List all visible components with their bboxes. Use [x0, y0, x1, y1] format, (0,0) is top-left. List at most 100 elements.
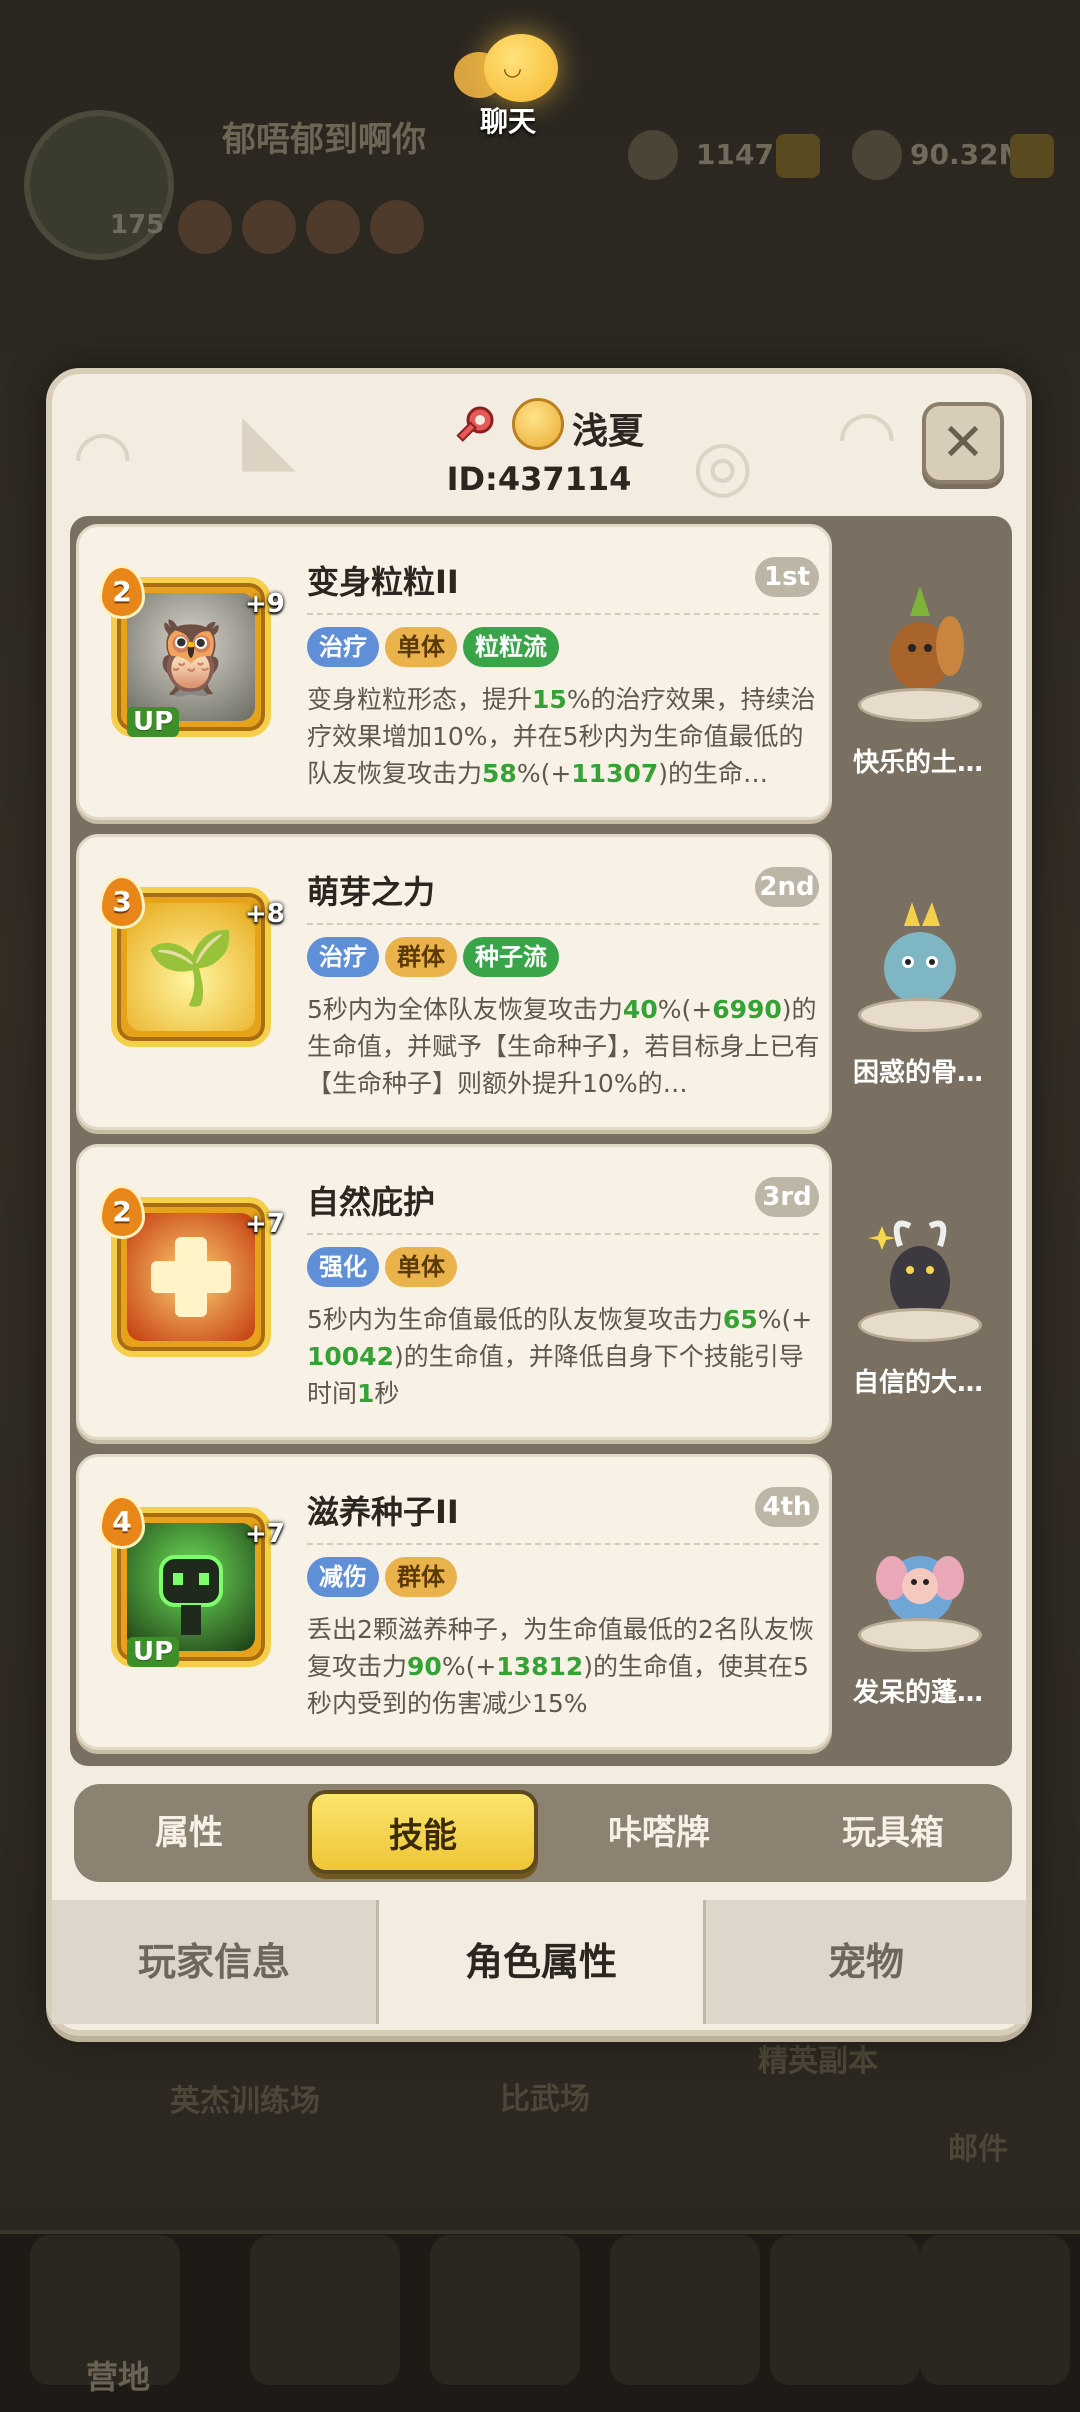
tab-toy-box[interactable]: 玩具箱: [778, 1784, 1008, 1882]
close-icon: ✕: [941, 413, 985, 473]
tab-attributes[interactable]: 属性: [74, 1784, 304, 1882]
background-plus-icon: [776, 134, 820, 178]
background-badge-icon: [242, 200, 296, 254]
desc-value: 90: [407, 1652, 442, 1681]
background-nav-label: 营地: [86, 2358, 151, 2396]
skill-rank: 4th: [755, 1487, 819, 1527]
background-badge-icon: [178, 200, 232, 254]
background-resource-icon: [628, 130, 678, 180]
skill-level: 2: [112, 575, 132, 608]
pet-slot[interactable]: 困惑的骨…: [830, 836, 1006, 1118]
background-badge-icon: [370, 200, 424, 254]
skill-level-badge: 3: [99, 875, 145, 929]
skill-description: 5秒内为生命值最低的队友恢复攻击力65%(+10042)的生命值，并降低自身下个…: [307, 1301, 827, 1412]
heal-cross-skill-icon: [127, 1213, 255, 1341]
background-nav-slot: [770, 2235, 920, 2385]
background-nav-slot: [430, 2235, 580, 2385]
background-level: 175: [110, 210, 165, 240]
skill-tag: 群体: [385, 1557, 457, 1597]
desc-value: 11307: [571, 759, 659, 788]
background-resource-icon: [852, 130, 902, 180]
pet-name: 困惑的骨…: [852, 1058, 983, 1088]
skill-title: 滋养种子II: [307, 1493, 459, 1531]
desc-value: 1: [357, 1379, 375, 1408]
desc-value: 40: [622, 995, 658, 1024]
skill-level-badge: 2: [99, 1185, 145, 1239]
pet-stand: [858, 998, 982, 1032]
pet-name: 自信的大…: [852, 1368, 983, 1398]
skill-title: 萌芽之力: [307, 873, 436, 911]
chat-bubble-icon: [484, 34, 558, 102]
skill-tag: 群体: [385, 937, 457, 977]
tab-character-attributes[interactable]: 角色属性: [379, 1900, 703, 2024]
skill-level-badge: 2: [99, 565, 145, 619]
pet-slot[interactable]: 发呆的蓬…: [830, 1456, 1006, 1738]
skill-tag: 强化: [307, 1247, 379, 1287]
skill-plus-badge: +7: [245, 1519, 285, 1549]
close-button[interactable]: ✕: [922, 402, 1004, 484]
skill-tags: 减伤 群体: [307, 1557, 463, 1597]
tab-skills[interactable]: 技能: [308, 1790, 538, 1874]
skill-card[interactable]: 2 +7 自然庇护 3rd 强化 单体 5秒内为生命值最低的队友恢复攻击力65%(…: [76, 1144, 832, 1440]
skill-card[interactable]: 🦉 2 +9 UP 变身粒粒II 1st 治疗 单体 粒粒流 变身粒粒形态，提升15…: [76, 524, 832, 820]
skill-tag: 减伤: [307, 1557, 379, 1597]
divider: [307, 923, 819, 925]
skill-rank: 3rd: [755, 1177, 819, 1217]
sprout-glyph: 🌱: [146, 925, 236, 1009]
skill-rank: 1st: [755, 557, 819, 597]
tab-kata-cards[interactable]: 咔嗒牌: [544, 1784, 774, 1882]
owl-glyph: 🦉: [146, 615, 236, 699]
skill-plus-badge: +7: [245, 1209, 285, 1239]
skill-level: 3: [112, 885, 132, 918]
chat-button[interactable]: ◡ 聊天: [446, 26, 570, 138]
background-nav-slot: [610, 2235, 760, 2385]
skill-tags: 强化 单体: [307, 1247, 463, 1287]
cross-icon: [151, 1237, 231, 1317]
pet-stand: [858, 1308, 982, 1342]
desc-text: %(+: [441, 1652, 497, 1681]
background-floor-label: 邮件: [948, 2132, 1008, 2167]
desc-text: 秒: [374, 1379, 400, 1408]
player-name: 浅夏: [572, 411, 645, 452]
desc-text: 5秒内为全体队友恢复攻击力: [307, 995, 623, 1024]
background-plus-icon: [1010, 134, 1054, 178]
skill-tags: 治疗 群体 种子流: [307, 937, 565, 977]
pet-stand: [858, 688, 982, 722]
background-badge-icon: [306, 200, 360, 254]
skill-tag: 种子流: [463, 937, 559, 977]
robot-icon: [159, 1555, 223, 1635]
desc-text: %(+: [657, 995, 713, 1024]
skill-level: 4: [112, 1505, 132, 1538]
tab-player-info[interactable]: 玩家信息: [52, 1900, 376, 2024]
skill-up-badge: UP: [127, 707, 180, 737]
desc-value: 15: [532, 685, 567, 714]
player-id: ID:437114: [446, 460, 632, 498]
background-resource-2: 90.32M: [910, 138, 1027, 171]
pet-stand: [858, 1618, 982, 1652]
skill-card[interactable]: 4 +7 UP 滋养种子II 4th 减伤 群体 丢出2颗滋养种子，为生命值最低的…: [76, 1454, 832, 1750]
sprout-skill-icon: 🌱: [127, 903, 255, 1031]
divider: [307, 1233, 819, 1235]
skill-description: 5秒内为全体队友恢复攻击力40%(+6990)的生命值，并赋予【生命种子】，若目…: [307, 991, 827, 1102]
desc-value: 58: [482, 759, 517, 788]
background-floor-label: 英杰训练场: [170, 2084, 320, 2119]
skill-tag: 治疗: [307, 627, 379, 667]
skill-title: 自然庇护: [307, 1183, 436, 1221]
divider: [307, 1543, 819, 1545]
pet-name: 发呆的蓬…: [852, 1678, 983, 1708]
skill-card[interactable]: 🌱 3 +8 萌芽之力 2nd 治疗 群体 种子流 5秒内为全体队友恢复攻击力40%…: [76, 834, 832, 1130]
pet-slot[interactable]: 自信的大…: [830, 1146, 1006, 1428]
background-floor-label: 精英副本: [758, 2044, 878, 2079]
background-floor-label: 比武场: [500, 2082, 590, 2117]
background-resource-1: 1147: [696, 138, 774, 171]
key-icon: [456, 406, 494, 442]
desc-value: 65: [722, 1305, 758, 1334]
desc-text: %(+: [516, 759, 572, 788]
tab-pets[interactable]: 宠物: [706, 1900, 1026, 2024]
background-status-text: 郁唔郁到啊你: [222, 120, 426, 160]
desc-value: 13812: [496, 1652, 584, 1681]
sub-tab-bar: 属性 技能 咔嗒牌 玩具箱: [74, 1784, 1012, 1882]
pet-slot[interactable]: 快乐的土…: [830, 526, 1006, 808]
skill-tag: 粒粒流: [463, 627, 559, 667]
bottom-tab-bar: 玩家信息 角色属性 宠物: [52, 1900, 1026, 2024]
